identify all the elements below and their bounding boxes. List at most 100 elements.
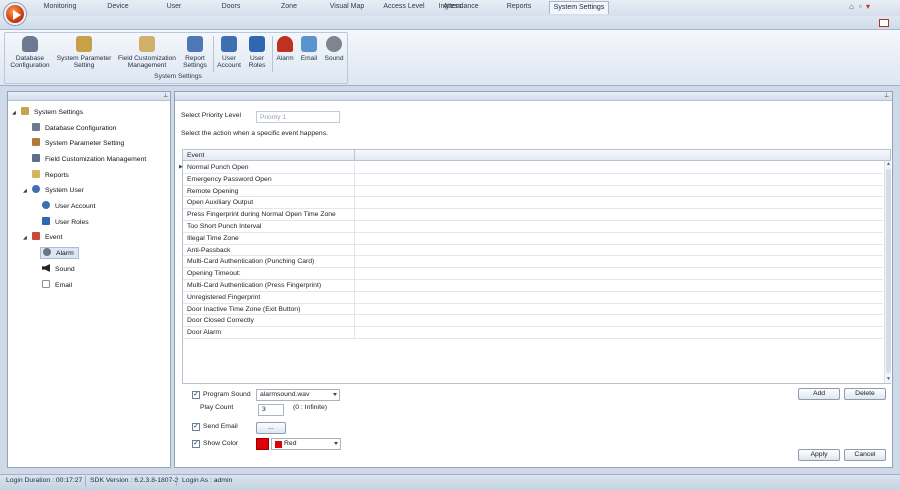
event-row[interactable]: Emergency Password Open [183,173,883,186]
ribbon-group-label: System Settings [154,73,202,80]
dropdown-arrow-icon [334,442,338,445]
parameter-icon [32,138,40,146]
color-swatch-icon [275,441,282,448]
priority-level-select[interactable]: Priority 1 [256,111,340,123]
tree-node-reports[interactable]: Reports [32,170,69,182]
calendar-icon [32,232,40,240]
tree-node-database-configuration[interactable]: Database Configuration [32,123,116,135]
close-window-icon[interactable] [879,19,889,27]
event-row[interactable]: Multi-Card Authentication (Punching Card… [183,256,883,269]
event-column-header[interactable]: Event [187,152,204,159]
email-config-button[interactable]: ... [256,422,286,434]
program-sound-checkbox[interactable]: ✓ [192,391,200,399]
column-separator [354,221,355,232]
event-row[interactable]: Door Inactive Time Zone (Exit Button) [183,303,883,316]
tab-attendance[interactable]: Attendance [432,1,490,14]
tree-node-system-user[interactable]: ◢ System User [23,185,84,197]
email-icon [301,36,317,52]
tree-node-user-roles[interactable]: User Roles [42,217,89,229]
event-row[interactable]: Opening Timeout: [183,268,883,280]
collapse-icon[interactable]: ◢ [23,232,29,244]
tree-node-system-parameter-setting[interactable]: System Parameter Setting [32,138,124,150]
add-button[interactable]: Add [798,388,840,400]
event-row[interactable]: Press Fingerprint during Normal Open Tim… [183,209,883,221]
alarm-icon [277,36,293,52]
parameter-icon [76,36,92,52]
event-row[interactable]: Too Short Punch Interval [183,221,883,233]
help-icon[interactable]: ⌂ [849,2,854,11]
sound-button[interactable]: Sound [321,34,347,76]
tab-visual-map[interactable]: Visual Map [318,1,376,14]
scroll-up-icon[interactable]: ▲ [885,161,892,167]
database-configuration-button[interactable]: Database Configuration [6,34,54,76]
event-row[interactable]: Unregistered Fingerprint [183,291,883,304]
play-count-input[interactable]: 3 [258,404,284,416]
lock-icon[interactable]: ▾ [866,2,870,11]
tree-node-sound[interactable]: Sound [42,264,75,276]
tree-node-alarm[interactable]: Alarm [40,247,79,259]
collapse-icon[interactable]: ◢ [12,107,18,119]
tab-device[interactable]: Device [90,1,146,14]
event-row[interactable]: Multi-Card Authentication (Press Fingerp… [183,280,883,292]
column-separator [354,232,355,244]
user-account-button[interactable]: User Account [215,34,243,76]
tree-node-field-customization-management[interactable]: Field Customization Management [32,154,146,166]
tab-access-level[interactable]: Access Level [376,1,432,14]
tree-node-user-account[interactable]: User Account [42,201,95,213]
event-row[interactable]: Anti-Passback [183,244,883,257]
user-roles-icon [42,217,50,225]
send-email-label: Send Email [203,423,238,430]
login-as-status: Login As : admin [182,477,233,484]
column-separator [354,185,355,197]
user-roles-button[interactable]: User Roles [243,34,271,76]
field-customization-management-button[interactable]: Field Customization Management [114,34,180,76]
event-name-cell: Anti-Passback [187,246,231,254]
event-row[interactable]: Door Alarm [183,327,883,339]
collapse-icon[interactable]: ◢ [23,185,29,197]
show-color-checkbox[interactable]: ✓ [192,440,200,448]
dropdown-arrow-icon [333,393,337,396]
current-row-indicator-icon: ▶ [179,164,183,170]
report-icon [32,170,40,178]
tab-system-settings[interactable]: System Settings [549,1,609,14]
tree-node-email[interactable]: Email [42,280,72,292]
event-name-cell: Normal Punch Open [187,164,249,171]
event-name-cell: Remote Opening [187,187,239,195]
event-row[interactable]: Door Closed Correctly [183,315,883,328]
event-name-cell: Too Short Punch Interval [187,223,262,230]
cancel-button[interactable]: Cancel [844,449,886,461]
delete-button[interactable]: Delete [844,388,886,400]
event-name-cell: Emergency Password Open [187,175,272,183]
apply-button[interactable]: Apply [798,449,840,461]
sound-file-select[interactable]: alarmsound.wav [256,389,340,401]
event-row[interactable]: ▶ Normal Punch Open [179,162,883,174]
event-row[interactable]: Illegal Time Zone [183,232,883,245]
scrollbar-thumb[interactable] [886,169,891,373]
pin-icon[interactable]: ⊥ [884,92,889,99]
event-row[interactable]: Remote Opening [183,185,883,198]
pin-icon[interactable]: ⊥ [163,92,168,99]
color-select[interactable]: Red [271,438,341,450]
send-email-checkbox[interactable]: ✓ [192,423,200,431]
color-preview-swatch [256,438,269,450]
tab-doors[interactable]: Doors [202,1,260,14]
column-separator [354,197,355,209]
app-menu-orb-icon[interactable] [4,3,26,25]
scroll-down-icon[interactable]: ▼ [885,376,892,382]
tree-node-event[interactable]: ◢ Event [23,232,62,244]
tab-user[interactable]: User [146,1,202,14]
report-settings-button[interactable]: Report Settings [180,34,210,76]
event-grid-scrollbar[interactable]: ▲ ▼ [884,161,891,383]
tab-zone[interactable]: Zone [260,1,318,14]
minimize-icon[interactable]: ▫ [859,2,862,11]
tab-monitoring[interactable]: Monitoring [30,1,90,14]
alarm-button[interactable]: Alarm [273,34,297,76]
email-button[interactable]: Email [297,34,321,76]
sound-icon [326,36,342,52]
tab-reports[interactable]: Reports [490,1,548,14]
column-separator [354,173,355,185]
event-row[interactable]: Open Auxiliary Output [183,197,883,210]
system-parameter-setting-button[interactable]: System Parameter Setting [54,34,114,76]
alarm-icon [43,248,51,256]
tree-node-system-settings[interactable]: ◢ System Settings [12,107,83,119]
